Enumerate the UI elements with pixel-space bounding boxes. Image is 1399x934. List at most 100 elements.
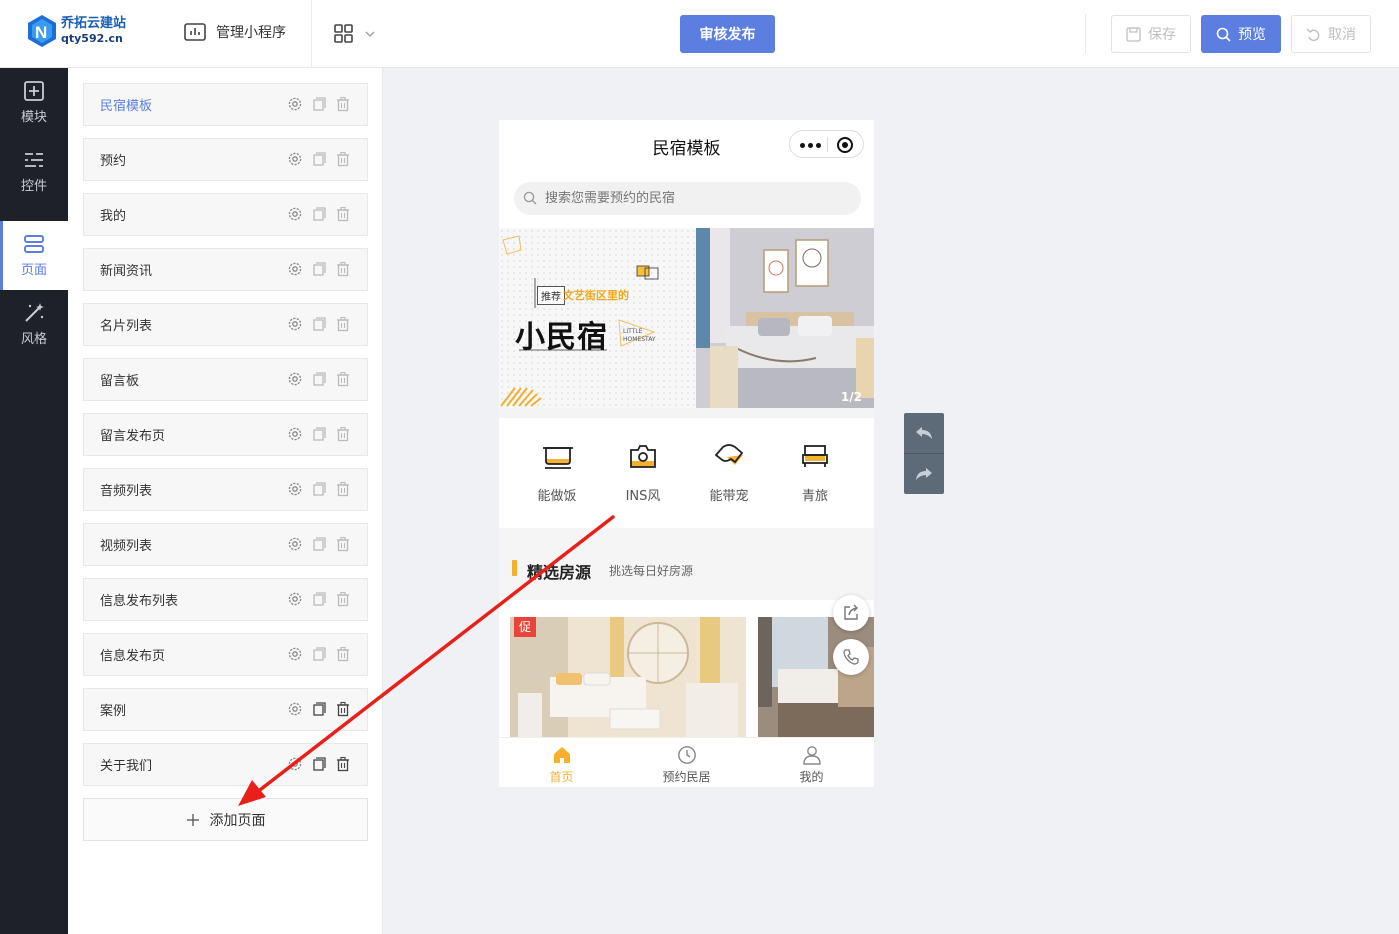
gear-icon[interactable]	[287, 371, 303, 387]
listing-card[interactable]	[758, 617, 874, 737]
gear-icon[interactable]	[287, 646, 303, 662]
page-row[interactable]: 我的	[83, 193, 368, 236]
page-row[interactable]: 名片列表	[83, 303, 368, 346]
trash-icon[interactable]	[335, 206, 351, 222]
gear-icon[interactable]	[287, 701, 303, 717]
gear-icon[interactable]	[287, 536, 303, 552]
quick-item-cook[interactable]: 能做饭	[514, 438, 600, 504]
trash-icon[interactable]	[335, 481, 351, 497]
page-row-label: 民宿模板	[100, 99, 153, 114]
tab-label: 首页	[549, 770, 574, 784]
nav-item-pages[interactable]: 页面	[0, 221, 68, 290]
header-divider-right	[1085, 14, 1086, 54]
trash-icon[interactable]	[335, 371, 351, 387]
listing-card[interactable]: 促	[510, 617, 746, 737]
copy-icon[interactable]	[311, 151, 327, 167]
miniapp-capsule[interactable]	[789, 130, 864, 158]
search-input[interactable]	[514, 182, 861, 215]
tab-home[interactable]: 首页	[499, 744, 624, 785]
quick-item-label: 能做饭	[537, 489, 577, 504]
page-row-label: 关于我们	[100, 759, 153, 774]
page-row[interactable]: 信息发布列表	[83, 578, 368, 621]
trash-icon[interactable]	[335, 701, 351, 717]
copy-icon[interactable]	[311, 426, 327, 442]
review-publish-button[interactable]: 审核发布	[680, 15, 775, 53]
redo-button[interactable]	[904, 454, 944, 494]
nav-item-controls[interactable]: 控件	[0, 137, 68, 206]
trash-icon[interactable]	[335, 536, 351, 552]
gear-icon[interactable]	[287, 756, 303, 772]
gear-icon[interactable]	[287, 151, 303, 167]
app-switcher-button[interactable]	[334, 24, 375, 43]
search-icon	[523, 191, 537, 205]
trash-icon[interactable]	[335, 426, 351, 442]
preview-button[interactable]: 预览	[1201, 15, 1281, 53]
page-row-label: 留言发布页	[100, 429, 166, 444]
trash-icon[interactable]	[335, 96, 351, 112]
copy-icon[interactable]	[311, 261, 327, 277]
bar-chart-icon	[184, 23, 206, 41]
nav-item-modules[interactable]: 模块	[0, 68, 68, 137]
page-row[interactable]: 音频列表	[83, 468, 368, 511]
sliders-icon	[25, 153, 43, 167]
quick-item-pet[interactable]: 能带宠	[686, 438, 772, 504]
svg-text:N: N	[35, 23, 47, 42]
add-page-button[interactable]: 添加页面	[83, 798, 368, 841]
page-row[interactable]: 信息发布页	[83, 633, 368, 676]
copy-icon[interactable]	[311, 591, 327, 607]
quick-item-hostel[interactable]: 青旅	[772, 438, 858, 504]
more-icon[interactable]	[800, 143, 821, 148]
add-page-label: 添加页面	[209, 812, 266, 829]
share-button[interactable]	[833, 595, 869, 631]
trash-icon[interactable]	[335, 646, 351, 662]
copy-icon[interactable]	[311, 701, 327, 717]
gear-icon[interactable]	[287, 96, 303, 112]
cancel-label: 取消	[1328, 27, 1356, 43]
quick-category-grid: 能做饭 INS风 能带宠 青旅	[499, 418, 874, 528]
logo[interactable]: N 乔拓云建站 qty592.cn	[26, 14, 126, 48]
quick-item-ins[interactable]: INS风	[600, 438, 686, 504]
save-button[interactable]: 保存	[1111, 15, 1191, 53]
tab-mine[interactable]: 我的	[749, 744, 874, 785]
gear-icon[interactable]	[287, 591, 303, 607]
trash-icon[interactable]	[335, 591, 351, 607]
gear-icon[interactable]	[287, 316, 303, 332]
page-row[interactable]: 预约	[83, 138, 368, 181]
tab-bar: 首页 预约民居 我的	[499, 737, 874, 787]
close-record-icon[interactable]	[837, 137, 853, 153]
page-row[interactable]: 留言板	[83, 358, 368, 401]
page-row-label: 留言板	[100, 374, 140, 389]
copy-icon[interactable]	[311, 371, 327, 387]
tab-booking[interactable]: 预约民居	[624, 744, 749, 785]
gear-icon[interactable]	[287, 426, 303, 442]
copy-icon[interactable]	[311, 481, 327, 497]
share-icon	[844, 604, 858, 620]
copy-icon[interactable]	[311, 536, 327, 552]
trash-icon[interactable]	[335, 151, 351, 167]
gear-icon[interactable]	[287, 206, 303, 222]
copy-icon[interactable]	[311, 646, 327, 662]
logo-icon: N	[28, 15, 56, 47]
banner-carousel[interactable]: 推荐 文艺街区里的 小民宿 LITTLE HOMESTAY 1/2	[499, 228, 874, 408]
gear-icon[interactable]	[287, 481, 303, 497]
page-row[interactable]: 视频列表	[83, 523, 368, 566]
cancel-button[interactable]: 取消	[1291, 15, 1371, 53]
page-row[interactable]: 案例	[83, 688, 368, 731]
undo-button[interactable]	[904, 413, 944, 453]
copy-icon[interactable]	[311, 316, 327, 332]
trash-icon[interactable]	[335, 261, 351, 277]
copy-icon[interactable]	[311, 206, 327, 222]
gear-icon[interactable]	[287, 261, 303, 277]
trash-icon[interactable]	[335, 756, 351, 772]
page-row[interactable]: 新闻资讯	[83, 248, 368, 291]
page-row[interactable]: 民宿模板	[83, 83, 368, 126]
phone-call-button[interactable]	[833, 639, 869, 675]
nav-item-style[interactable]: 风格	[0, 290, 68, 359]
bed-icon	[802, 445, 828, 467]
trash-icon[interactable]	[335, 316, 351, 332]
page-row[interactable]: 留言发布页	[83, 413, 368, 456]
page-row[interactable]: 关于我们	[83, 743, 368, 786]
manage-miniapp-button[interactable]: 管理小程序	[184, 22, 286, 42]
copy-icon[interactable]	[311, 96, 327, 112]
copy-icon[interactable]	[311, 756, 327, 772]
